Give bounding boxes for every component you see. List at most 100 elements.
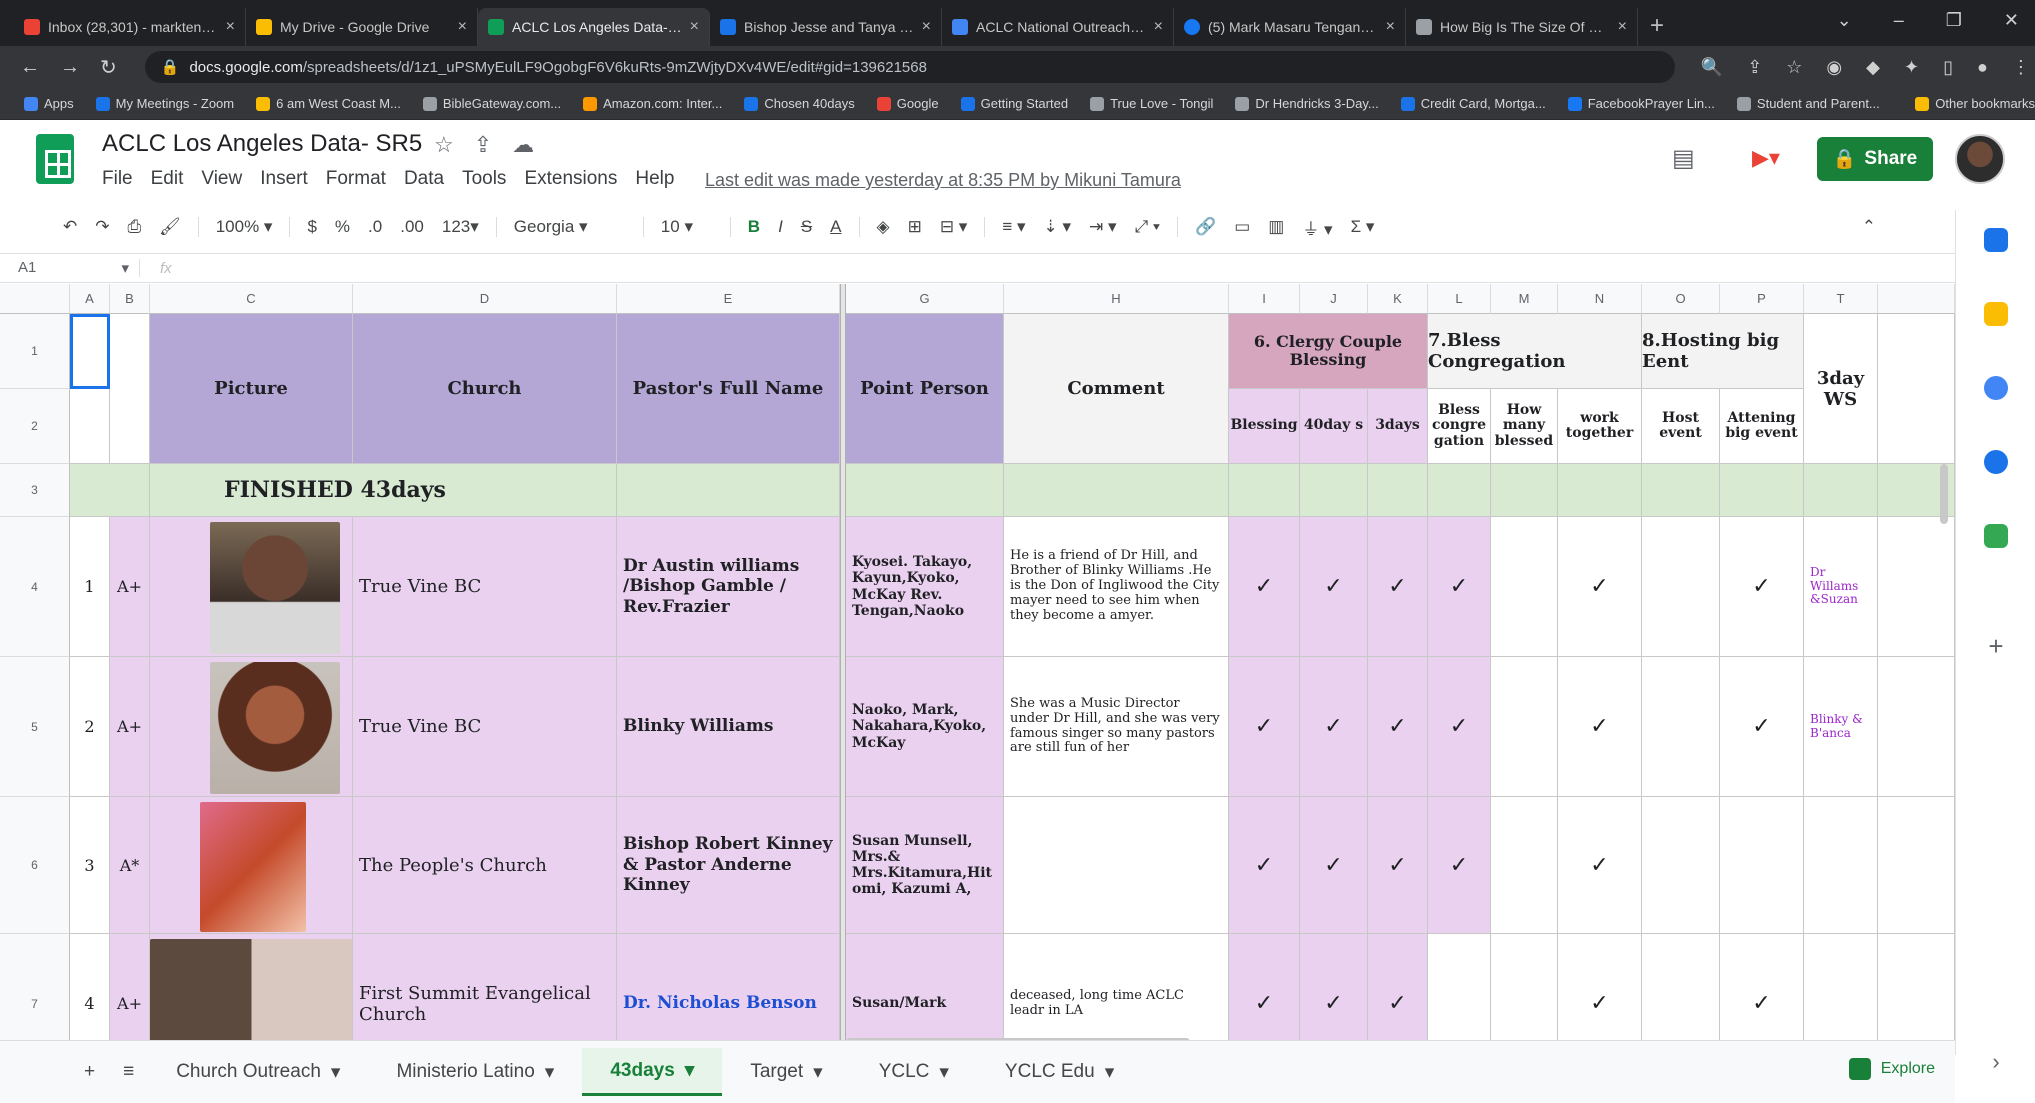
- bookmark-item[interactable]: Dr Hendricks 3-Day...: [1235, 96, 1379, 111]
- point-person-cell[interactable]: Susan/Mark: [846, 934, 1004, 1040]
- close-icon[interactable]: ×: [690, 18, 699, 36]
- check-cell-m[interactable]: [1491, 657, 1558, 797]
- pastor-cell[interactable]: Bishop Robert Kinney & Pastor Anderne Ki…: [617, 797, 840, 934]
- check-cell-j[interactable]: ✓: [1300, 657, 1368, 797]
- merge-cells-icon[interactable]: ⊟ ▾: [931, 217, 977, 237]
- header-comment[interactable]: Comment: [1004, 314, 1229, 464]
- picture-cell[interactable]: [150, 657, 353, 797]
- comment-cell[interactable]: deceased, long time ACLC leadr in LA: [1004, 934, 1229, 1040]
- subheader-how-many[interactable]: How many blessed: [1491, 389, 1558, 464]
- star-icon[interactable]: ☆: [1786, 57, 1802, 78]
- minimize-button[interactable]: –: [1894, 10, 1904, 31]
- cloud-status-icon[interactable]: ☁: [512, 132, 534, 158]
- bold-button[interactable]: B: [739, 217, 769, 237]
- check-cell-p[interactable]: ✓: [1720, 934, 1804, 1040]
- column-header-d[interactable]: D: [353, 284, 617, 314]
- subheader-fortyday[interactable]: 40day s: [1300, 389, 1368, 464]
- row-header-5[interactable]: 5: [0, 657, 70, 797]
- menu-insert[interactable]: Insert: [260, 168, 308, 190]
- functions-icon[interactable]: Σ ▾: [1342, 217, 1384, 237]
- browser-tab-edwards[interactable]: Bishop Jesse and Tanya Edwards ×: [710, 8, 942, 46]
- ws-cell[interactable]: [1804, 797, 1878, 934]
- check-cell-m[interactable]: [1491, 797, 1558, 934]
- redo-icon[interactable]: ↷: [86, 217, 118, 237]
- cell-o3[interactable]: [1642, 464, 1720, 517]
- cell-g3[interactable]: [846, 464, 1004, 517]
- check-cell-l[interactable]: [1428, 934, 1491, 1040]
- browser-tab-sheets[interactable]: ACLC Los Angeles Data- SR5 - G ×: [478, 8, 710, 46]
- font-size-select[interactable]: 10 ▾: [652, 217, 722, 237]
- menu-icon[interactable]: ⋮: [2012, 57, 2030, 78]
- text-color-button[interactable]: A: [821, 217, 850, 237]
- header-3day-ws[interactable]: 3day WS: [1804, 314, 1878, 464]
- text-rotate-icon[interactable]: ⤢ ▾: [1126, 217, 1169, 237]
- column-header-k[interactable]: K: [1368, 284, 1428, 314]
- restore-button[interactable]: ❐: [1946, 10, 1962, 31]
- check-cell-p[interactable]: ✓: [1720, 517, 1804, 657]
- pastor-cell[interactable]: Dr. Nicholas Benson: [617, 934, 840, 1040]
- header-church[interactable]: Church: [353, 314, 617, 464]
- share-page-icon[interactable]: ⇪: [1747, 57, 1762, 78]
- show-panel-icon[interactable]: ›: [1984, 1050, 2008, 1074]
- check-cell-m[interactable]: [1491, 934, 1558, 1040]
- tab-target[interactable]: Target ▾: [722, 1048, 850, 1096]
- subheader-bless-congregation[interactable]: Bless congre gation: [1428, 389, 1491, 464]
- row-header-4[interactable]: 4: [0, 517, 70, 657]
- check-cell-i[interactable]: ✓: [1229, 934, 1300, 1040]
- increase-decimal-button[interactable]: .00: [391, 217, 433, 237]
- zoom-icon[interactable]: 🔍: [1701, 57, 1723, 78]
- tab-church-outreach[interactable]: Church Outreach ▾: [148, 1048, 368, 1096]
- account-avatar[interactable]: [1955, 134, 2005, 184]
- column-header-c[interactable]: C: [150, 284, 353, 314]
- check-cell-n[interactable]: ✓: [1558, 934, 1642, 1040]
- column-header-g[interactable]: G: [846, 284, 1004, 314]
- comment-cell[interactable]: He is a friend of Dr Hill, and Brother o…: [1004, 517, 1229, 657]
- extension-icon[interactable]: ◆: [1866, 57, 1880, 78]
- bookmark-item[interactable]: FacebookPrayer Lin...: [1567, 96, 1715, 111]
- column-header-b[interactable]: B: [110, 284, 150, 314]
- filter-icon[interactable]: ⏚ ▾: [1293, 215, 1341, 240]
- sheets-logo-icon[interactable]: [36, 134, 74, 184]
- tab-yclc-edu[interactable]: YCLC Edu ▾: [977, 1048, 1142, 1096]
- row-number-cell[interactable]: 2: [70, 657, 110, 797]
- point-person-cell[interactable]: Susan Munsell, Mrs.& Mrs.Kitamura,Hit om…: [846, 797, 1004, 934]
- maps-icon[interactable]: [1984, 524, 2008, 548]
- zoom-select[interactable]: 100% ▾: [207, 217, 282, 237]
- bookmark-item[interactable]: 6 am West Coast M...: [256, 96, 401, 111]
- url-field[interactable]: 🔒 docs.google.com/spreadsheets/d/1z1_uPS…: [144, 51, 1675, 83]
- point-person-cell[interactable]: Kyosei. Takayo, Kayun,Kyoko, McKay Rev. …: [846, 517, 1004, 657]
- header-hosting-big-event[interactable]: 8.Hosting big Eent: [1642, 314, 1804, 389]
- cell-m3[interactable]: [1491, 464, 1558, 517]
- row-header-7[interactable]: 7: [0, 934, 70, 1040]
- check-cell-k[interactable]: ✓: [1368, 657, 1428, 797]
- cell-t3[interactable]: [1804, 464, 1878, 517]
- browser-tab-facebook[interactable]: (5) Mark Masaru Tengan | Faceb ×: [1174, 8, 1406, 46]
- menu-format[interactable]: Format: [326, 168, 386, 190]
- cell-n3[interactable]: [1558, 464, 1642, 517]
- vertical-align-icon[interactable]: ⇣ ▾: [1035, 217, 1081, 237]
- cell-j3[interactable]: [1300, 464, 1368, 517]
- last-edit-link[interactable]: Last edit was made yesterday at 8:35 PM …: [705, 170, 1181, 191]
- cell-i3[interactable]: [1229, 464, 1300, 517]
- row-header-3[interactable]: 3: [0, 464, 70, 517]
- row-number-cell[interactable]: 3: [70, 797, 110, 934]
- ws-cell[interactable]: [1804, 934, 1878, 1040]
- bookmark-item[interactable]: Google: [876, 96, 939, 111]
- check-cell-k[interactable]: ✓: [1368, 797, 1428, 934]
- ws-cell[interactable]: Dr Willams &Suzan: [1804, 517, 1878, 657]
- bookmark-item[interactable]: Credit Card, Mortga...: [1400, 96, 1546, 111]
- collapse-menu-icon[interactable]: ⌃: [1853, 217, 1885, 237]
- print-icon[interactable]: ⎙: [119, 217, 151, 237]
- cell-a2[interactable]: [70, 389, 110, 464]
- check-cell-j[interactable]: ✓: [1300, 517, 1368, 657]
- name-box[interactable]: A1 ▾: [0, 259, 140, 277]
- column-header-e[interactable]: E: [617, 284, 840, 314]
- cell-p3[interactable]: [1720, 464, 1804, 517]
- decrease-decimal-button[interactable]: .0: [359, 217, 391, 237]
- text-wrap-icon[interactable]: ⇥ ▾: [1080, 217, 1126, 237]
- select-all-corner[interactable]: [0, 284, 70, 314]
- bookmark-item[interactable]: True Love - Tongil: [1090, 96, 1213, 111]
- menu-extensions[interactable]: Extensions: [524, 168, 617, 190]
- grade-cell[interactable]: A*: [110, 797, 150, 934]
- church-cell[interactable]: First Summit Evangelical Church: [353, 934, 617, 1040]
